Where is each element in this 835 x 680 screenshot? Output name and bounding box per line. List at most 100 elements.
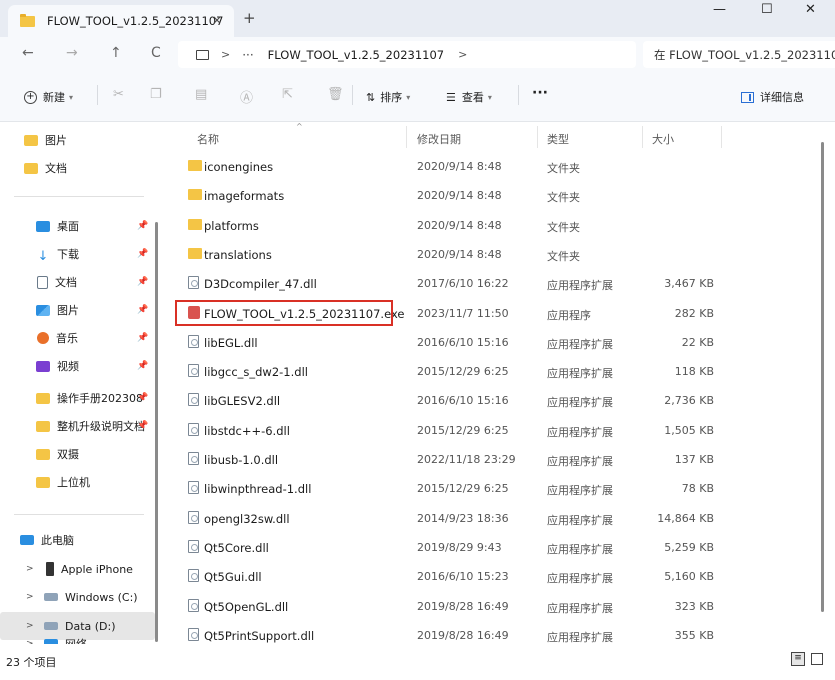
minimize-button[interactable]: — [713,2,726,17]
file-row[interactable]: Qt5Core.dll 2019/8/29 9:43 应用程序扩展 5,259 KB [161,533,816,562]
file-name: Qt5OpenGL.dll [204,600,289,614]
sort-button[interactable]: ⇅ 排序 ▾ [366,89,410,105]
chevron-right-icon[interactable]: > [0,135,32,145]
desktop-icon [36,220,50,232]
file-row[interactable]: platforms 2020/9/14 8:48 文件夹 [161,211,816,240]
file-size: 1,505 KB [664,424,714,437]
share-icon[interactable]: ⇱ [282,87,293,102]
file-size: 282 KB [674,307,714,320]
chevron-right-icon[interactable]: > [0,621,44,631]
chevron-right-icon[interactable]: > [0,564,46,574]
file-row[interactable]: Qt5OpenGL.dll 2019/8/28 16:49 应用程序扩展 323 KB [161,592,816,621]
details-view-button[interactable]: ≡ [791,652,805,666]
sidebar-item-manual-202308[interactable]: 操作手册202308 📌 [0,384,155,412]
content-scrollbar[interactable] [821,142,824,612]
breadcrumb-overflow-button[interactable]: ··· [242,48,253,62]
sidebar-item-documents-top[interactable]: > 文档 [0,154,155,182]
folder-icon [36,392,50,404]
sidebar-item-windows-c[interactable]: > Windows (C:) [0,583,155,611]
pin-icon: 📌 [137,249,149,259]
file-date: 2015/12/29 6:25 [417,365,509,378]
file-row[interactable]: libstdc++-6.dll 2015/12/29 6:25 应用程序扩展 1,50… [161,416,816,445]
chevron-down-icon[interactable]: ⌄ [0,535,28,545]
view-label: 查看 [461,91,484,104]
file-row[interactable]: libwinpthread-1.dll 2015/12/29 6:25 应用程序扩展… [161,474,816,503]
tab-flow-tool[interactable]: FLOW_TOOL_v1.2.5_20231107 × [8,5,234,37]
chevron-right-icon[interactable]: > [0,639,44,644]
file-row[interactable]: iconengines 2020/9/14 8:48 文件夹 [161,152,816,181]
sidebar-item-videos[interactable]: 视频 📌 [0,352,155,380]
tiles-view-button[interactable] [811,653,823,665]
sidebar-item-upgrade-docs[interactable]: 整机升级说明文档 📌 [0,412,155,440]
file-date: 2016/6/10 15:16 [417,336,509,349]
file-row[interactable]: Qt5Gui.dll 2016/6/10 15:23 应用程序扩展 5,160 KB [161,562,816,591]
up-button[interactable]: ↑ [110,45,122,61]
forward-button[interactable]: → [66,45,78,61]
column-header-date[interactable]: 修改日期 [417,131,461,147]
details-pane-icon [741,91,754,103]
file-size: 22 KB [681,336,714,349]
close-button[interactable]: ✕ [805,2,816,17]
copy-icon[interactable]: ❐ [150,87,162,102]
refresh-button[interactable]: C [151,45,161,61]
file-row[interactable]: opengl32sw.dll 2014/9/23 18:36 应用程序扩展 14,86… [161,504,816,533]
folder-icon [36,476,50,488]
view-button[interactable]: ☰ 查看 ▾ [446,89,492,105]
chevron-right-icon[interactable]: > [0,163,32,173]
search-placeholder: 在 FLOW_TOOL_v1.2.5_20231107 [654,47,835,62]
paste-icon[interactable]: ▤ [195,87,207,102]
sidebar-item-label: 下载 [57,248,79,261]
sidebar-item-data-d[interactable]: > Data (D:) [0,612,155,640]
details-pane-button[interactable]: 详细信息 [741,89,804,105]
sidebar-scrollbar[interactable] [155,222,158,642]
details-label: 详细信息 [760,91,804,104]
file-date: 2022/11/18 23:29 [417,453,516,466]
file-row[interactable]: Qt5PrintSupport.dll 2019/8/28 16:49 应用程序扩展… [161,621,816,650]
column-divider[interactable] [642,126,643,148]
file-row[interactable]: imageformats 2020/9/14 8:48 文件夹 [161,181,816,210]
sidebar-item-this-pc[interactable]: ⌄ 此电脑 [0,526,155,554]
new-tab-button[interactable]: + [243,9,256,27]
pin-icon: 📌 [137,393,149,403]
file-row[interactable]: libGLESV2.dll 2016/6/10 15:16 应用程序扩展 2,736 … [161,386,816,415]
chevron-right-icon[interactable]: > [0,592,44,602]
sort-icon: ⇅ [366,90,376,104]
column-header-size[interactable]: 大小 [652,131,674,147]
column-divider[interactable] [537,126,538,148]
delete-icon[interactable]: 🗑 [327,87,344,102]
new-button[interactable]: + 新建 ▾ [24,89,73,105]
sidebar-item-desktop[interactable]: 桌面 📌 [0,212,155,240]
breadcrumb-current-folder[interactable]: FLOW_TOOL_v1.2.5_20231107 [268,48,444,62]
sidebar-item-pictures[interactable]: 图片 📌 [0,296,155,324]
sidebar-item-documents[interactable]: 文档 📌 [0,268,155,296]
sidebar-item-pictures-top[interactable]: > 图片 [0,126,155,154]
dll-file-icon [188,452,199,465]
cut-icon[interactable]: ✂ [113,87,124,102]
rename-icon[interactable]: Ⓐ [240,87,253,106]
file-row[interactable]: D3Dcompiler_47.dll 2017/6/10 16:22 应用程序扩展 3… [161,269,816,298]
search-input[interactable]: 在 FLOW_TOOL_v1.2.5_20231107 [643,41,835,68]
address-input[interactable]: > ··· FLOW_TOOL_v1.2.5_20231107 > [178,41,636,68]
maximize-button[interactable]: ☐ [761,2,773,17]
column-header-name[interactable]: 名称 [197,131,219,147]
file-row[interactable]: libEGL.dll 2016/6/10 15:16 应用程序扩展 22 KB [161,328,816,357]
tab-close-icon[interactable]: × [212,13,222,27]
sidebar-item-downloads[interactable]: ↓ 下载 📌 [0,240,155,268]
file-row[interactable]: libusb-1.0.dll 2022/11/18 23:29 应用程序扩展 137 … [161,445,816,474]
sidebar-item-music[interactable]: 音乐 📌 [0,324,155,352]
column-divider[interactable] [721,126,722,148]
breadcrumb-chevron-icon[interactable]: > [458,48,467,61]
column-divider[interactable] [406,126,407,148]
sidebar-item-host-computer[interactable]: 上位机 [0,468,155,496]
sidebar-item-network[interactable]: > 网络 [0,637,155,644]
column-header-type[interactable]: 类型 [547,131,569,147]
file-row[interactable]: libgcc_s_dw2-1.dll 2015/12/29 6:25 应用程序扩展 1… [161,357,816,386]
pin-icon: 📌 [137,361,149,371]
address-bar: ← → ↑ C > ··· FLOW_TOOL_v1.2.5_20231107 … [0,37,835,72]
sidebar-item-apple-iphone[interactable]: > Apple iPhone [0,555,155,583]
sidebar-item-dual-camera[interactable]: 双摄 [0,440,155,468]
file-date: 2017/6/10 16:22 [417,277,509,290]
back-button[interactable]: ← [22,45,34,61]
more-options-button[interactable]: ··· [532,85,548,101]
file-row[interactable]: translations 2020/9/14 8:48 文件夹 [161,240,816,269]
